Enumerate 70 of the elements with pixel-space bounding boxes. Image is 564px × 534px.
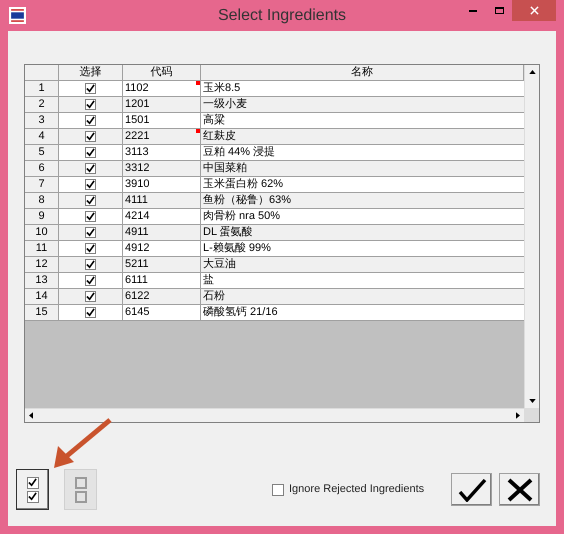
table-cell: 6122 — [125, 290, 150, 302]
row-number: 9 — [25, 209, 59, 224]
table-cell: 1102 — [125, 82, 149, 94]
column-header[interactable]: 代码 — [123, 65, 201, 80]
row-checkbox[interactable] — [85, 99, 96, 110]
row-checkbox[interactable] — [85, 211, 96, 222]
table-cell-text: 盐 — [202, 273, 215, 288]
left-arrow-icon[interactable] — [29, 412, 33, 419]
row-checkbox[interactable] — [85, 195, 96, 206]
table-cell-text: 一级小麦 — [202, 97, 248, 112]
table-cell-text: 肉骨粉 nra 50% — [202, 209, 282, 224]
table-cell: 1201 — [125, 98, 150, 110]
row-number: 1 — [25, 81, 59, 96]
row-checkbox[interactable] — [85, 259, 96, 270]
vertical-scrollbar[interactable] — [524, 65, 539, 408]
table-cell-text: L-赖氨酸 99% — [202, 241, 272, 256]
row-checkbox[interactable] — [85, 227, 96, 238]
table-cell-text: 玉米蛋白粉 62% — [202, 177, 284, 192]
table-cell-text: 石粉 — [202, 289, 226, 304]
row-checkbox[interactable] — [85, 243, 96, 254]
table-cell-text: 大豆油 — [202, 257, 237, 272]
table-cell-text: 鱼粉（秘鲁）63% — [202, 193, 292, 208]
close-button[interactable] — [512, 0, 556, 21]
table-cell-text: 红麸皮 — [202, 129, 237, 144]
row-number: 7 — [25, 177, 59, 192]
horizontal-scrollbar[interactable] — [25, 408, 524, 422]
window-title: Select Ingredients — [218, 6, 346, 26]
close-icon — [530, 6, 538, 15]
table-cell: 1501 — [125, 114, 150, 126]
table-cell: 3910 — [125, 178, 150, 190]
table-cell: 2221 — [125, 130, 150, 142]
table-cell: 4111 — [125, 194, 148, 206]
row-checkbox[interactable] — [85, 147, 96, 158]
row-checkbox[interactable] — [85, 163, 96, 174]
row-number: 3 — [25, 113, 59, 128]
row-number: 15 — [25, 305, 59, 320]
table-cell-text: 中国菜粕 — [202, 161, 248, 176]
column-header[interactable]: 选择 — [59, 65, 123, 80]
table-cell-text: 玉米8.5 — [202, 81, 242, 96]
down-arrow-icon[interactable] — [528, 399, 536, 403]
table-cell-text: 磷酸氢钙 21/16 — [202, 305, 279, 320]
row-checkbox[interactable] — [85, 307, 96, 318]
table-cell: 4214 — [125, 210, 150, 222]
table-cell: 3113 — [125, 146, 149, 158]
ignore-rejected-checkbox[interactable] — [272, 484, 284, 496]
right-arrow-icon[interactable] — [516, 412, 520, 419]
table-cell: 6145 — [125, 306, 150, 318]
table-cell-text: 豆粕 44% 浸提 — [202, 145, 276, 160]
row-checkbox[interactable] — [85, 275, 96, 286]
ignore-rejected-label: Ignore Rejected Ingredients — [289, 482, 424, 498]
cancel-button[interactable] — [499, 473, 540, 506]
table-cell: 5211 — [125, 258, 149, 270]
row-checkbox[interactable] — [85, 179, 96, 190]
row-number: 13 — [25, 273, 59, 288]
row-number: 5 — [25, 145, 59, 160]
table-cell: 6111 — [125, 274, 148, 286]
table-cell: 3312 — [125, 162, 150, 174]
app-logo-icon — [9, 7, 26, 24]
row-checkbox[interactable] — [85, 83, 96, 94]
row-checkbox[interactable] — [85, 115, 96, 126]
table-cell: 4912 — [125, 242, 150, 254]
scrollbar-corner — [524, 408, 539, 422]
row-checkbox[interactable] — [85, 131, 96, 142]
row-checkbox[interactable] — [85, 291, 96, 302]
ok-button[interactable] — [451, 473, 492, 506]
table-cell: 4911 — [125, 226, 149, 238]
table-cell-text: 高粱 — [202, 113, 226, 128]
up-arrow-icon[interactable] — [528, 70, 536, 74]
table-cell-text: DL 蛋氨酸 — [202, 225, 254, 240]
row-number: 11 — [25, 241, 59, 256]
